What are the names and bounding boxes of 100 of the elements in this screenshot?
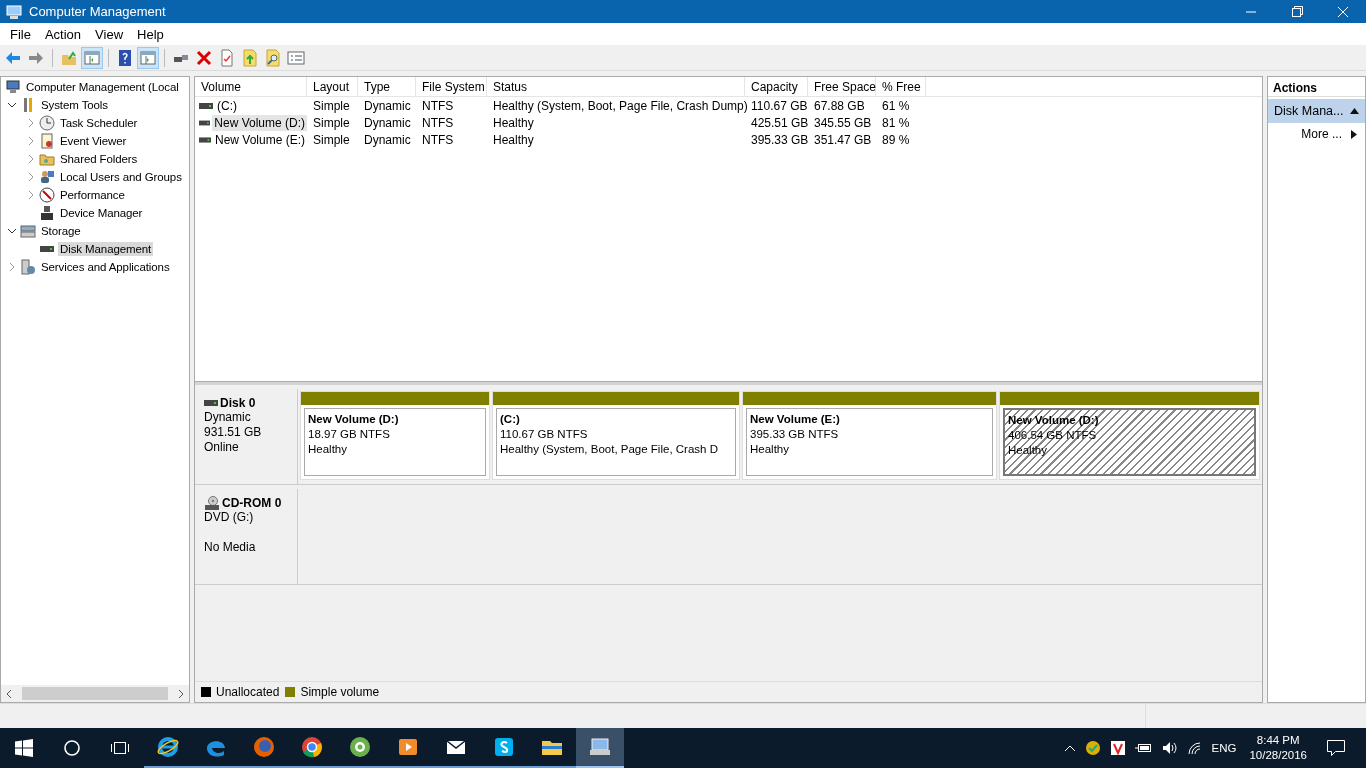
disk-size: 931.51 GB: [204, 425, 262, 439]
disk-name: CD-ROM 0: [222, 496, 282, 510]
partition-block[interactable]: (C:) 110.67 GB NTFS Healthy (System, Boot, Page File, Crash D: [492, 391, 740, 480]
tree-item[interactable]: Performance: [58, 188, 127, 202]
tree-item[interactable]: Device Manager: [58, 206, 145, 220]
tree-item[interactable]: Shared Folders: [58, 152, 140, 166]
expand-chevron-icon[interactable]: [26, 172, 36, 182]
tree-item[interactable]: Local Users and Groups: [58, 170, 184, 184]
table-cell-text: 395.33 GB: [750, 132, 808, 147]
disk-info-panel[interactable]: Disk 0 Dynamic 931.51 GB Online: [195, 389, 298, 485]
collapse-triangle-icon: [1350, 108, 1359, 114]
partition-name: (C:): [500, 412, 521, 427]
partition-block[interactable]: New Volume (D:) 18.97 GB NTFS Healthy: [300, 391, 490, 480]
language-indicator[interactable]: ENG: [1211, 742, 1237, 754]
tree-item[interactable]: System Tools: [39, 98, 110, 112]
expand-chevron-icon[interactable]: [26, 136, 36, 146]
partition-status: Healthy (System, Boot, Page File, Crash D: [500, 442, 719, 457]
volume-icon[interactable]: [1161, 741, 1178, 755]
column-header[interactable]: Volume: [195, 77, 307, 96]
table-cell-text: NTFS: [421, 132, 455, 147]
column-header[interactable]: Layout: [307, 77, 358, 96]
actions-header: Actions: [1268, 77, 1365, 97]
tree-item[interactable]: Storage: [39, 224, 83, 238]
drive-icon: [199, 136, 211, 143]
window-title: Computer Management: [29, 4, 166, 19]
target-icon[interactable]: [348, 735, 372, 759]
menu-item[interactable]: File: [3, 24, 38, 44]
checkmark-badge-icon[interactable]: [1084, 740, 1101, 756]
table-cell-text: NTFS: [421, 115, 455, 130]
expand-chevron-icon[interactable]: [7, 262, 17, 272]
partition-name: New Volume (D:): [1008, 413, 1100, 428]
table-cell-text: Dynamic: [363, 98, 412, 113]
column-header[interactable]: % Free: [876, 77, 926, 96]
menu-item[interactable]: View: [88, 24, 131, 44]
partition-block[interactable]: New Volume (E:) 395.33 GB NTFS Healthy: [742, 391, 997, 480]
partition-status: Healthy: [750, 442, 790, 457]
storage-icon: [20, 223, 36, 239]
action-link[interactable]: More ...: [1301, 127, 1342, 141]
menu-item[interactable]: Help: [130, 24, 171, 44]
column-header[interactable]: File System: [416, 77, 487, 96]
expand-chevron-icon[interactable]: [26, 154, 36, 164]
wifi-icon[interactable]: [1186, 741, 1203, 755]
horizontal-scrollbar[interactable]: [1, 685, 189, 702]
collapse-chevron-icon[interactable]: [7, 100, 17, 110]
table-cell-text: Simple: [312, 115, 351, 130]
clock-icon: [39, 115, 55, 131]
partition-block[interactable]: New Volume (D:) 406.54 GB NTFS Healthy: [999, 391, 1260, 480]
table-cell-text: Dynamic: [363, 115, 412, 130]
ringed-globe-icon[interactable]: [156, 735, 180, 759]
expand-chevron-icon[interactable]: [26, 190, 36, 200]
table-cell-text: 110.67 GB: [750, 98, 808, 113]
table-cell[interactable]: New Volume (E:): [212, 131, 307, 148]
tree-item[interactable]: Event Viewer: [58, 134, 129, 148]
s-tile-icon[interactable]: [492, 735, 516, 759]
table-cell-text: Simple: [312, 132, 351, 147]
table-cell[interactable]: (C:): [215, 97, 239, 114]
disk-name: Disk 0: [220, 396, 256, 410]
gauge-icon: [39, 187, 55, 203]
table-cell[interactable]: New Volume (D:): [212, 114, 307, 131]
scroll-left-icon[interactable]: [5, 688, 13, 699]
folder-icon: [39, 151, 55, 167]
table-cell-text: 89 %: [881, 132, 911, 147]
tree-item[interactable]: Services and Applications: [39, 260, 172, 274]
battery-icon[interactable]: [1134, 742, 1153, 754]
table-cell-text: 351.47 GB: [813, 132, 873, 147]
table-cell-text: Healthy (System, Boot, Page File, Crash Dump): [492, 98, 745, 113]
tree-item[interactable]: Disk Management: [58, 242, 154, 256]
expand-chevron-icon[interactable]: [26, 118, 36, 128]
column-header[interactable]: Capacity: [745, 77, 808, 96]
clock[interactable]: 8:44 PM 10/28/2016: [1249, 733, 1307, 763]
menu-item[interactable]: Action: [37, 24, 89, 44]
segmented-circle-icon[interactable]: [300, 735, 324, 759]
globe-icon[interactable]: [252, 735, 276, 759]
task-view-icon[interactable]: [110, 740, 130, 756]
partition-size: 406.54 GB NTFS: [1008, 428, 1098, 443]
log-icon: [39, 133, 55, 149]
tree-item[interactable]: Task Scheduler: [58, 116, 140, 130]
notification-icon[interactable]: [1326, 739, 1346, 757]
column-header[interactable]: Type: [358, 77, 416, 96]
table-cell-text: Dynamic: [363, 132, 412, 147]
disk-status: Online: [204, 440, 239, 454]
partition-size: 110.67 GB NTFS: [500, 427, 589, 442]
users-icon: [39, 169, 55, 185]
search-icon[interactable]: [63, 739, 81, 757]
chevron-up-icon[interactable]: [1063, 744, 1076, 752]
disk-type: DVD (G:): [204, 510, 254, 524]
disk-info-panel[interactable]: CD-ROM 0 DVD (G:) No Media: [195, 489, 298, 585]
v-badge-icon[interactable]: [1109, 740, 1126, 756]
column-header[interactable]: Free Space: [808, 77, 876, 96]
disk-type: Dynamic: [204, 410, 251, 424]
scroll-right-icon[interactable]: [177, 688, 185, 699]
column-header[interactable]: Status: [487, 77, 745, 96]
collapse-chevron-icon[interactable]: [7, 226, 17, 236]
device-icon: [39, 205, 55, 221]
tree-item[interactable]: Computer Management (Local: [24, 80, 181, 94]
table-cell-text: Healthy: [492, 132, 535, 147]
partition-name: New Volume (D:): [308, 412, 400, 427]
start-icon[interactable]: [15, 739, 33, 757]
actions-section-header[interactable]: Disk Mana...: [1268, 99, 1365, 123]
partition-size: 18.97 GB NTFS: [308, 427, 391, 442]
